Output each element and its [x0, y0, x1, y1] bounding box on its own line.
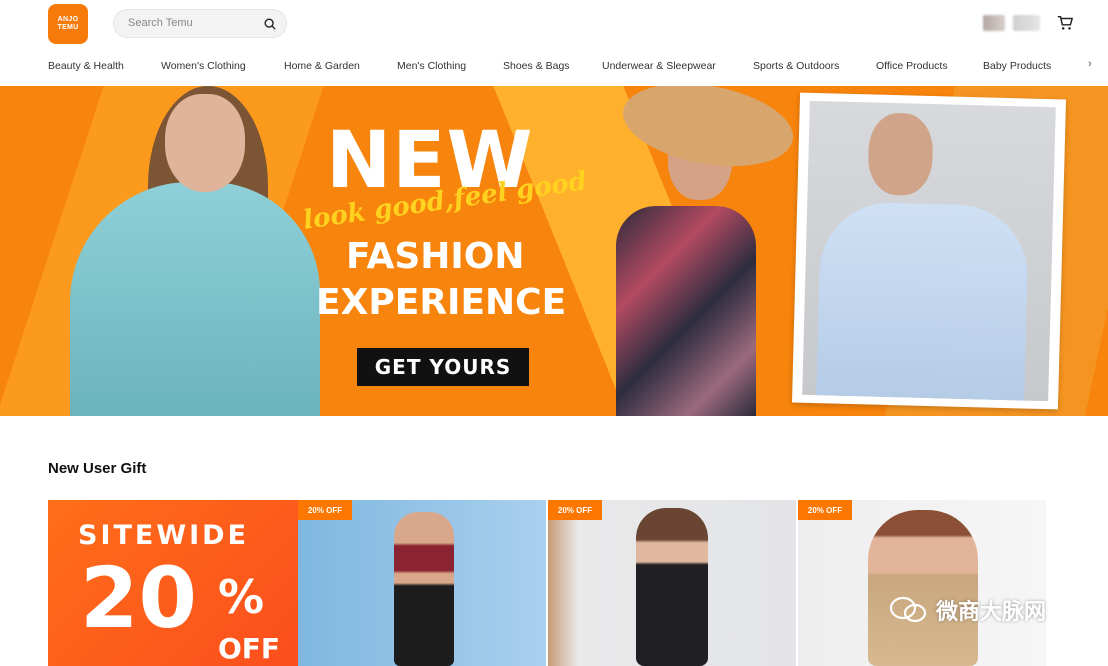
sitewide-promo-card[interactable]: SITEWIDE 20 % OFF [48, 500, 298, 666]
hero-banner[interactable]: NEW look good,feel good FASHION EXPERIEN… [0, 86, 1108, 416]
gift-row: SITEWIDE 20 % OFF 20% OFF 20% OFF 20% OF… [48, 500, 1046, 666]
category-office-products[interactable]: Office Products [876, 60, 948, 72]
photo-frame [791, 92, 1067, 410]
account-name[interactable] [1013, 15, 1040, 31]
account-avatar[interactable] [983, 15, 1005, 31]
section-title: New User Gift [48, 460, 147, 477]
watermark: 微商大脉网 [888, 594, 1046, 626]
top-header: ANJO TEMU Search Temu [0, 0, 1108, 48]
category-nav: Beauty & Health Women's Clothing Home & … [0, 56, 1108, 80]
model-sweater-image [70, 182, 320, 416]
product-image [636, 508, 708, 666]
chat-bubble-icon [889, 596, 927, 623]
discount-badge: 20% OFF [798, 500, 852, 520]
logo-line2: TEMU [57, 24, 79, 31]
discount-badge: 20% OFF [298, 500, 352, 520]
category-womens-clothing[interactable]: Women's Clothing [161, 60, 246, 72]
search-input[interactable]: Search Temu [113, 9, 287, 38]
watermark-text: 微商大脉网 [936, 599, 1047, 624]
category-sports-outdoors[interactable]: Sports & Outdoors [753, 60, 839, 72]
category-mens-clothing[interactable]: Men's Clothing [397, 60, 466, 72]
temu-logo[interactable]: ANJO TEMU [48, 4, 88, 44]
product-image [394, 512, 454, 666]
search-icon[interactable] [263, 17, 277, 31]
promo-percent-sign: % [218, 570, 265, 624]
model-photo [802, 100, 1056, 402]
category-beauty-health[interactable]: Beauty & Health [48, 60, 124, 72]
product-image [868, 510, 978, 666]
category-underwear-sleepwear[interactable]: Underwear & Sleepwear [602, 60, 716, 72]
promo-sitewide-label: SITEWIDE [78, 520, 250, 551]
discount-badge: 20% OFF [548, 500, 602, 520]
logo-line1: ANJO [57, 16, 79, 23]
category-baby-products[interactable]: Baby Products [983, 60, 1051, 72]
banner-headline-fashion: FASHION [346, 236, 525, 277]
get-yours-button[interactable]: GET YOURS [357, 348, 529, 386]
category-home-garden[interactable]: Home & Garden [284, 60, 360, 72]
model-face-image [867, 112, 934, 197]
search-placeholder: Search Temu [128, 17, 193, 29]
gift-product-card[interactable]: 20% OFF [298, 500, 546, 666]
promo-percent: 20 [80, 549, 197, 647]
chevron-right-icon[interactable]: › [1088, 58, 1092, 70]
banner-headline-experience: EXPERIENCE [316, 282, 567, 323]
gift-product-card[interactable]: 20% OFF [548, 500, 796, 666]
gift-product-card[interactable]: 20% OFF [798, 500, 1046, 666]
category-shoes-bags[interactable]: Shoes & Bags [503, 60, 570, 72]
cart-icon[interactable] [1056, 14, 1074, 32]
promo-off-label: OFF [218, 632, 281, 665]
model-dress-image [616, 206, 756, 416]
model-shirt-image [816, 201, 1030, 402]
model-face-image [165, 94, 245, 192]
